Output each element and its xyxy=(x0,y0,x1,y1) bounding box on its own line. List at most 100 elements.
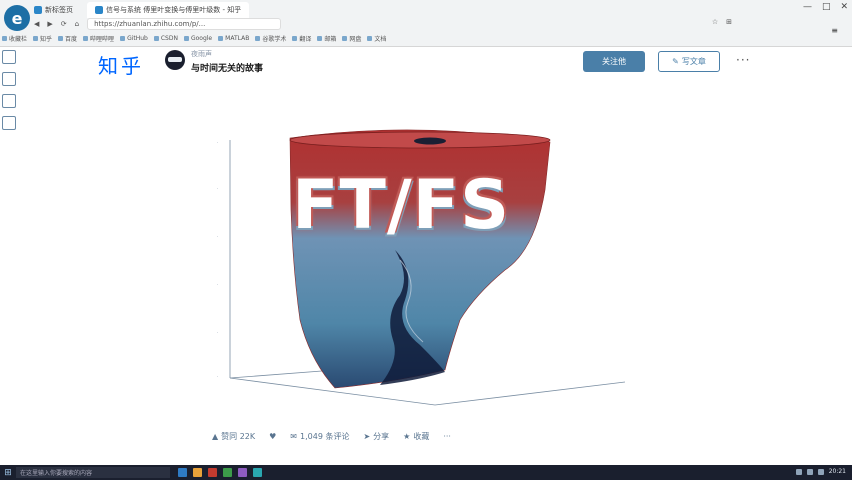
article-action-bar: ▲ 赞同 22K ♥ ✉ 1,049 条评论 ➤ 分享 ★ 收藏 ··· xyxy=(212,431,451,442)
bookmark-icon xyxy=(317,35,323,41)
taskbar-search-input[interactable]: 在这里输入你要搜索的内容 xyxy=(16,467,170,478)
comments-button[interactable]: ✉ 1,049 条评论 xyxy=(290,431,349,442)
bookmark-icon xyxy=(33,35,39,41)
author-name[interactable]: 夜雨声 xyxy=(191,49,212,59)
thumbs-down-icon: ♥ xyxy=(269,432,277,441)
bookmark-icon xyxy=(292,35,298,41)
windows-taskbar: ⊞ 在这里输入你要搜索的内容 20:21 xyxy=(0,465,852,480)
upvote-label: 赞同 22K xyxy=(221,432,256,441)
write-article-button[interactable]: ✎ 写文章 xyxy=(658,51,720,72)
battery-icon[interactable] xyxy=(817,468,824,475)
share-label: 分享 xyxy=(373,432,390,441)
bookmark-icon xyxy=(183,35,189,41)
maximize-icon[interactable]: □ xyxy=(822,2,831,12)
bookmark-icon xyxy=(58,35,64,41)
favorite-button[interactable]: ★ 收藏 xyxy=(403,431,429,442)
bookmark-icon xyxy=(83,35,89,41)
bookmark-icon xyxy=(367,35,373,41)
bookmark-star-icon[interactable]: ☆ xyxy=(712,18,718,26)
more-actions-button[interactable]: ··· xyxy=(443,432,451,441)
forward-icon[interactable]: ▶ xyxy=(47,20,52,28)
bookmark-item[interactable]: GitHub xyxy=(120,32,148,44)
svg-text:·: · xyxy=(217,186,218,191)
author-avatar[interactable] xyxy=(165,50,185,70)
svg-text:·: · xyxy=(217,282,218,287)
sidebar-settings-icon[interactable] xyxy=(2,116,16,130)
window-controls: — □ ✕ xyxy=(803,2,848,12)
bookmark-icon xyxy=(255,35,261,41)
tab-new[interactable]: 新标签页 xyxy=(34,5,73,15)
bookmark-icon xyxy=(153,35,159,41)
taskbar-app-icon[interactable] xyxy=(223,468,232,477)
bookmark-item[interactable]: 哔哩哔哩 xyxy=(83,32,114,44)
write-label: 写文章 xyxy=(681,57,706,66)
share-button[interactable]: ➤ 分享 xyxy=(363,431,389,442)
bookmarks-bar: 收藏栏 知乎 百度 哔哩哔哩 GitHub CSDN Google MATLAB… xyxy=(2,32,812,44)
svg-text:·: · xyxy=(217,374,218,379)
close-icon[interactable]: ✕ xyxy=(840,2,848,12)
bookmark-item[interactable]: 文档 xyxy=(367,32,386,44)
svg-text:·: · xyxy=(217,330,218,335)
zhihu-favicon-icon xyxy=(95,6,103,14)
taskbar-app-icon[interactable] xyxy=(253,468,262,477)
bookmark-item[interactable]: 网盘 xyxy=(342,32,361,44)
surface-top-hole xyxy=(414,137,446,145)
menu-icon[interactable]: ≡ xyxy=(831,26,838,35)
follow-button[interactable]: 关注他 xyxy=(583,51,645,72)
tab-label: 新标签页 xyxy=(45,6,73,14)
upvote-button[interactable]: ▲ 赞同 22K xyxy=(212,431,255,442)
bookmark-item[interactable]: 邮箱 xyxy=(317,32,336,44)
browser-logo-icon[interactable]: e xyxy=(4,5,30,31)
home-icon[interactable]: ⌂ xyxy=(75,20,79,28)
clock[interactable]: 20:21 xyxy=(829,468,846,475)
tab-label: 信号与系统 傅里叶变换与傅里叶级数 - 知乎 xyxy=(106,6,242,14)
share-icon: ➤ xyxy=(363,432,371,441)
figure-overlay-text: FT/FS xyxy=(292,166,511,245)
bookmark-item[interactable]: 知乎 xyxy=(33,32,52,44)
zhihu-logo[interactable]: 知乎 xyxy=(98,50,144,79)
tab-zhihu-article[interactable]: 信号与系统 傅里叶变换与傅里叶级数 - 知乎 xyxy=(87,2,250,18)
back-icon[interactable]: ◀ xyxy=(34,20,39,28)
bookmark-icon xyxy=(218,35,224,41)
refresh-icon[interactable]: ⟳ xyxy=(61,20,67,28)
svg-text:·: · xyxy=(217,140,218,145)
edit-icon: ✎ xyxy=(672,57,679,66)
address-bar[interactable]: https://zhuanlan.zhihu.com/p/... xyxy=(87,18,282,30)
minimize-icon[interactable]: — xyxy=(803,2,812,12)
comment-icon: ✉ xyxy=(290,432,297,441)
tab-strip: 新标签页 信号与系统 傅里叶变换与傅里叶级数 - 知乎 xyxy=(34,2,263,18)
bookmark-item[interactable]: MATLAB xyxy=(218,32,249,44)
sidebar-favorites-icon[interactable] xyxy=(2,50,16,64)
network-icon[interactable] xyxy=(795,468,802,475)
downvote-button[interactable]: ♥ xyxy=(269,432,276,441)
sidebar-download-icon[interactable] xyxy=(2,94,16,108)
taskbar-apps xyxy=(178,468,262,477)
article-title: 与时间无关的故事 xyxy=(191,64,264,74)
bookmark-icon xyxy=(120,35,126,41)
windows-start-icon[interactable]: ⊞ xyxy=(0,465,16,480)
axis-ticks: · · · · · · xyxy=(217,140,218,379)
bookmark-icon xyxy=(342,35,348,41)
taskbar-app-icon[interactable] xyxy=(238,468,247,477)
tab-favicon-icon xyxy=(34,6,42,14)
address-tools: ☆ ⊞ xyxy=(712,18,732,26)
taskbar-app-icon[interactable] xyxy=(178,468,187,477)
article-figure: · · · · · · xyxy=(217,129,626,406)
volume-icon[interactable] xyxy=(806,468,813,475)
bookmark-item[interactable]: 收藏栏 xyxy=(2,32,27,44)
taskbar-app-icon[interactable] xyxy=(208,468,217,477)
bookmark-item[interactable]: Google xyxy=(183,32,212,44)
bookmark-item[interactable]: 百度 xyxy=(58,32,77,44)
taskbar-app-icon[interactable] xyxy=(193,468,202,477)
system-tray: 20:21 xyxy=(795,468,846,475)
favorite-label: 收藏 xyxy=(413,432,430,441)
extensions-icon[interactable]: ⊞ xyxy=(726,18,732,26)
bookmark-item[interactable]: 翻译 xyxy=(292,32,311,44)
bookmark-item[interactable]: CSDN xyxy=(153,32,178,44)
browser-chrome: e 新标签页 信号与系统 傅里叶变换与傅里叶级数 - 知乎 — □ ✕ ◀ ▶ … xyxy=(0,0,852,47)
browser-sidebar xyxy=(2,50,16,130)
sidebar-history-icon[interactable] xyxy=(2,72,16,86)
address-row: ◀ ▶ ⟳ ⌂ https://zhuanlan.zhihu.com/p/...… xyxy=(34,18,842,30)
more-options-icon[interactable]: ··· xyxy=(736,53,750,67)
bookmark-item[interactable]: 谷歌学术 xyxy=(255,32,286,44)
